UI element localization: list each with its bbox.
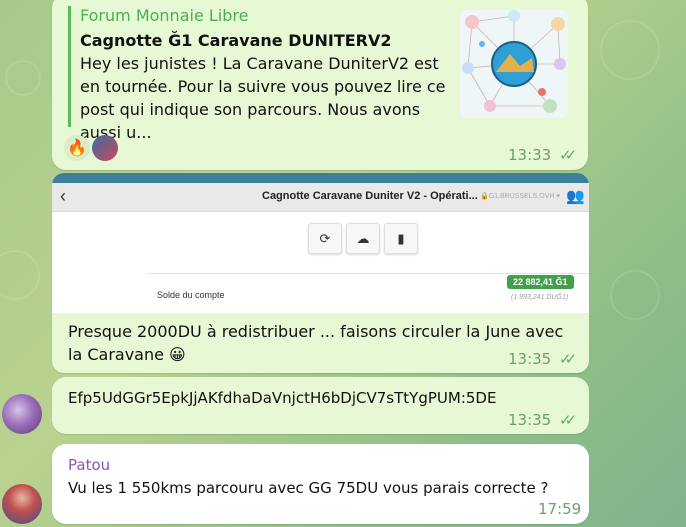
fire-reaction-icon[interactable]: 🔥 xyxy=(64,135,90,161)
message-time: 13:35 xyxy=(508,411,552,429)
network-illustration-icon xyxy=(462,10,566,113)
balance-label: Solde du compte xyxy=(157,290,225,300)
screenshot-title: Cagnotte Caravane Duniter V2 - Opérati..… xyxy=(262,190,478,202)
background-doodle xyxy=(0,250,40,300)
background-doodle xyxy=(600,20,660,80)
cloud-download-icon: ☁ xyxy=(346,223,380,254)
double-check-icon: ✓✓ xyxy=(559,412,577,429)
double-check-icon: ✓✓ xyxy=(559,351,577,368)
user-avatar-reaction-icon[interactable] xyxy=(92,135,118,161)
reactions-bar[interactable]: 🔥 xyxy=(64,135,118,161)
message-time: 17:59 xyxy=(538,500,582,518)
group-icon: 👥 xyxy=(566,188,585,205)
refresh-icon: ⟳ xyxy=(308,223,342,254)
sender-name[interactable]: Patou xyxy=(68,456,110,474)
sender-avatar[interactable] xyxy=(2,484,42,524)
message-text: Efp5UdGGr5EpkJjAKfdhaDaVnjctH6bDjCV7sTtY… xyxy=(68,389,497,407)
photo-caption: Presque 2000DU à redistribuer ... faison… xyxy=(68,322,564,364)
link-preview-description: Hey les junistes ! La Caravane DuniterV2… xyxy=(80,54,446,142)
balance-amount-badge: 22 882,41 Ğ1 xyxy=(507,275,574,289)
message-time: 13:35 xyxy=(508,350,552,368)
divider xyxy=(146,273,589,274)
link-preview-card[interactable]: Forum Monnaie Libre Cagnotte Ğ1 Caravane… xyxy=(68,6,576,142)
screenshot-app-bar: ‹ Cagnotte Caravane Duniter V2 - Opérati… xyxy=(52,183,589,212)
message-time: 13:33 xyxy=(508,146,552,164)
photo-screenshot[interactable]: ‹ Cagnotte Caravane Duniter V2 - Opérati… xyxy=(52,173,589,313)
back-arrow-icon: ‹ xyxy=(60,186,66,206)
balance-du: (1 993,241 DUĞ1) xyxy=(511,294,569,301)
screenshot-domain: 🔒G1.BRUSSELS.OVH ▾ xyxy=(480,193,560,200)
message-text: Vu les 1 550kms parcouru avec GG 75DU vo… xyxy=(68,479,549,497)
user-avatar[interactable] xyxy=(2,394,42,434)
screenshot-toolbar: ⟳ ☁ ▮ xyxy=(308,223,418,254)
photo-top-strip xyxy=(52,173,589,183)
double-check-icon: ✓✓ xyxy=(559,147,577,164)
bar-chart-icon: ▮ xyxy=(384,223,418,254)
background-doodle xyxy=(5,60,41,96)
link-preview-thumbnail[interactable] xyxy=(460,10,568,118)
background-doodle xyxy=(610,270,660,320)
